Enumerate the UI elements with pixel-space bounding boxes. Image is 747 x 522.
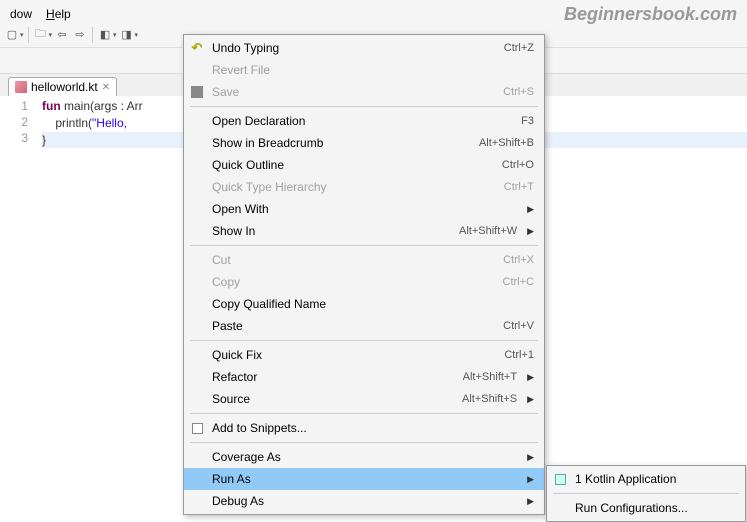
new-icon[interactable]: ▢ — [4, 27, 20, 43]
menu-shortcut: Ctrl+T — [504, 181, 534, 193]
menu-label: Copy — [212, 275, 493, 289]
menu-item-copy-qualified-name[interactable]: Copy Qualified Name — [184, 293, 544, 315]
menu-label: Source — [212, 392, 452, 406]
menu-label: Open Declaration — [212, 114, 511, 128]
menu-label: Quick Outline — [212, 158, 492, 172]
separator — [92, 27, 93, 43]
line-gutter: 1 2 3 — [0, 96, 38, 521]
menu-label: Run Configurations... — [575, 501, 735, 515]
menu-shortcut: Ctrl+X — [503, 254, 534, 266]
kapp-icon — [552, 471, 568, 487]
separator — [28, 27, 29, 43]
menu-label: Refactor — [212, 370, 453, 384]
menu-item-quick-fix[interactable]: Quick Fix Ctrl+1 — [184, 344, 544, 366]
menu-label: Save — [212, 85, 493, 99]
menu-shortcut: F3 — [521, 115, 534, 127]
menu-label: Undo Typing — [212, 41, 494, 55]
run-as-submenu: 1 Kotlin Application Run Configurations..… — [546, 465, 746, 522]
tab-label: helloworld.kt — [31, 80, 98, 94]
menu-item-show-in-breadcrumb[interactable]: Show in Breadcrumb Alt+Shift+B — [184, 132, 544, 154]
menu-shortcut: Ctrl+S — [503, 86, 534, 98]
menu-item-show-in[interactable]: Show In Alt+Shift+W ▶ — [184, 220, 544, 242]
menu-shortcut: Ctrl+1 — [504, 349, 534, 361]
menu-label: Quick Type Hierarchy — [212, 180, 494, 194]
submenu-item-1-kotlin-application[interactable]: 1 Kotlin Application — [547, 468, 745, 490]
menu-separator — [190, 413, 538, 414]
menu-shortcut: Ctrl+V — [503, 320, 534, 332]
menu-label: Coverage As — [212, 450, 517, 464]
menu-item-revert-file: Revert File — [184, 59, 544, 81]
menu-label: Copy Qualified Name — [212, 297, 534, 311]
menu-shortcut: Ctrl+C — [503, 276, 534, 288]
chevron-right-icon: ▶ — [527, 452, 534, 463]
menu-item-coverage-as[interactable]: Coverage As ▶ — [184, 446, 544, 468]
back-icon[interactable]: ⇦ — [54, 27, 70, 43]
menu-label: Show In — [212, 224, 449, 238]
chevron-down-icon[interactable]: ▾ — [135, 31, 139, 39]
menu-label: Add to Snippets... — [212, 421, 534, 435]
chevron-right-icon: ▶ — [527, 226, 534, 237]
menu-item-refactor[interactable]: Refactor Alt+Shift+T ▶ — [184, 366, 544, 388]
watermark: Beginnersbook.com — [564, 4, 737, 25]
menu-label: Show in Breadcrumb — [212, 136, 469, 150]
menu-shortcut: Alt+Shift+B — [479, 137, 534, 149]
menu-item-source[interactable]: Source Alt+Shift+S ▶ — [184, 388, 544, 410]
menu-shortcut: Alt+Shift+W — [459, 225, 517, 237]
menu-separator — [190, 442, 538, 443]
chevron-right-icon: ▶ — [527, 394, 534, 405]
editor-tab[interactable]: helloworld.kt ✕ — [8, 77, 117, 96]
menu-label: Quick Fix — [212, 348, 494, 362]
menu-label: Debug As — [212, 494, 517, 508]
undo-icon: ↶ — [189, 40, 205, 56]
menu-label: Open With — [212, 202, 517, 216]
chevron-down-icon[interactable]: ▾ — [20, 31, 24, 39]
menu-item-add-to-snippets[interactable]: Add to Snippets... — [184, 417, 544, 439]
forward-icon[interactable]: ⇨ — [72, 27, 88, 43]
menu-separator — [553, 493, 739, 494]
menu-item-copy: Copy Ctrl+C — [184, 271, 544, 293]
menu-item-open-with[interactable]: Open With ▶ — [184, 198, 544, 220]
menu-shortcut: Ctrl+Z — [504, 42, 534, 54]
menu-shortcut: Alt+Shift+S — [462, 393, 517, 405]
menu-shortcut: Alt+Shift+T — [463, 371, 517, 383]
chevron-down-icon[interactable]: ▾ — [49, 31, 53, 39]
kotlin-file-icon — [15, 81, 27, 93]
menu-help[interactable]: Help — [40, 5, 77, 23]
chevron-down-icon[interactable]: ▾ — [113, 31, 117, 39]
chevron-right-icon: ▶ — [527, 496, 534, 507]
tool-icon[interactable]: ◨ — [119, 27, 135, 43]
menu-label: Revert File — [212, 63, 534, 77]
chevron-right-icon: ▶ — [527, 474, 534, 485]
menu-item-quick-type-hierarchy: Quick Type Hierarchy Ctrl+T — [184, 176, 544, 198]
menu-shortcut: Ctrl+O — [502, 159, 534, 171]
menu-item-cut: Cut Ctrl+X — [184, 249, 544, 271]
submenu-item-run-configurations[interactable]: Run Configurations... — [547, 497, 745, 519]
menu-item-run-as[interactable]: Run As ▶ — [184, 468, 544, 490]
menu-item-paste[interactable]: Paste Ctrl+V — [184, 315, 544, 337]
menu-separator — [190, 245, 538, 246]
tool-icon[interactable]: ◧ — [97, 27, 113, 43]
menu-label: Cut — [212, 253, 493, 267]
nav-icon[interactable]: 🗀 — [33, 27, 49, 43]
close-icon[interactable]: ✕ — [102, 82, 110, 93]
save-icon — [189, 84, 205, 100]
snippet-icon — [189, 420, 205, 436]
menu-separator — [190, 106, 538, 107]
menu-window[interactable]: dow — [4, 5, 38, 23]
menu-item-undo-typing[interactable]: ↶ Undo Typing Ctrl+Z — [184, 37, 544, 59]
chevron-right-icon: ▶ — [527, 204, 534, 215]
menu-item-quick-outline[interactable]: Quick Outline Ctrl+O — [184, 154, 544, 176]
menu-label: 1 Kotlin Application — [575, 472, 735, 486]
menu-label: Paste — [212, 319, 493, 333]
menu-item-open-declaration[interactable]: Open Declaration F3 — [184, 110, 544, 132]
chevron-right-icon: ▶ — [527, 372, 534, 383]
menu-item-debug-as[interactable]: Debug As ▶ — [184, 490, 544, 512]
menu-item-save: Save Ctrl+S — [184, 81, 544, 103]
menu-label: Run As — [212, 472, 517, 486]
menu-separator — [190, 340, 538, 341]
context-menu: ↶ Undo Typing Ctrl+Z Revert File Save Ctrl+S O… — [183, 34, 545, 515]
